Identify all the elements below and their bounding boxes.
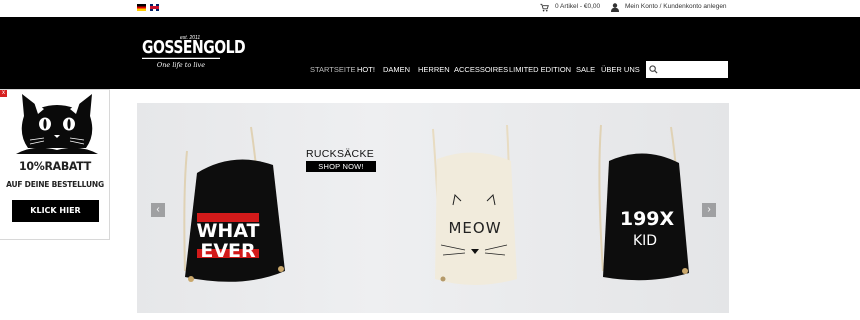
product-bag-whatever[interactable]: WHAT EVER	[173, 121, 303, 291]
nav-item-damen[interactable]: DAMEN	[383, 65, 410, 74]
bag-print-line1: WHAT	[196, 220, 259, 242]
shop-now-button[interactable]: SHOP NOW!	[306, 161, 376, 172]
page: 0 Artikel - €0,00 Mein Konto / Kundenkon…	[0, 0, 860, 320]
close-icon[interactable]: x	[0, 90, 7, 97]
main-navbar: est. 2011 GOSSENGOLD One life to live ST…	[0, 17, 860, 89]
nav-item-limited-edition[interactable]: LIMITED EDITION	[509, 65, 571, 74]
slide-title: RUCKSÄCKE	[306, 148, 375, 160]
product-bag-meow[interactable]: MEOW	[419, 121, 529, 296]
bag-meow-image: MEOW	[432, 124, 517, 285]
discount-popup: x 10%RABATT AUF DEINE BESTELLUNG KLICK H…	[0, 89, 110, 240]
promo-subtitle: AUF DEINE BESTELLUNG	[6, 180, 104, 189]
nav-item-sale[interactable]: SALE	[576, 65, 595, 74]
cat-illustration-icon	[16, 94, 98, 154]
slider-next-button[interactable]: ›	[702, 203, 716, 217]
bag-print-meow: MEOW	[448, 219, 501, 237]
page-bottom-spacer	[0, 313, 860, 320]
nav-item-herren[interactable]: HERREN	[418, 65, 450, 74]
search-icon[interactable]	[649, 65, 658, 74]
account-link[interactable]: Mein Konto / Kundenkonto anlegen	[625, 3, 727, 10]
search-box	[646, 61, 728, 78]
promo-cta-button[interactable]: KLICK HIER	[12, 200, 99, 222]
bag-print-199x: 199X	[620, 208, 675, 230]
logo-wordmark: GOSSENGOLD	[142, 37, 246, 59]
german-flag-icon[interactable]	[137, 4, 146, 11]
hero-slider: ‹ › RUCKSÄCKE SHOP NOW! WHAT EVER MEOW 1…	[137, 103, 729, 313]
bag-print-kid: KID	[633, 233, 657, 249]
nav-item-ueber-uns[interactable]: ÜBER UNS	[601, 65, 640, 74]
top-bar: 0 Artikel - €0,00 Mein Konto / Kundenkon…	[0, 0, 860, 17]
bag-print-line2: EVER	[200, 240, 256, 262]
uk-flag-icon[interactable]	[150, 4, 159, 11]
brand-logo[interactable]: est. 2011 GOSSENGOLD One life to live	[140, 35, 246, 73]
nav-item-accessoires[interactable]: ACCESSOIRES	[454, 65, 508, 74]
nav-item-startseite[interactable]: STARTSEITE	[310, 65, 356, 74]
slider-prev-button[interactable]: ‹	[151, 203, 165, 217]
product-bag-199x-kid[interactable]: 199X KID	[589, 121, 699, 291]
nav-item-hot[interactable]: HOT!	[357, 65, 375, 74]
search-input[interactable]	[660, 63, 726, 76]
promo-discount-text: 10%RABATT	[19, 159, 91, 174]
cart-icon[interactable]	[540, 3, 549, 12]
bag-199x-image: 199X KID	[598, 124, 689, 281]
logo-tagline: One life to live	[156, 61, 206, 69]
user-icon[interactable]	[611, 3, 619, 12]
cart-summary-link[interactable]: 0 Artikel - €0,00	[555, 3, 600, 10]
bag-whatever-image: WHAT EVER	[183, 126, 285, 282]
